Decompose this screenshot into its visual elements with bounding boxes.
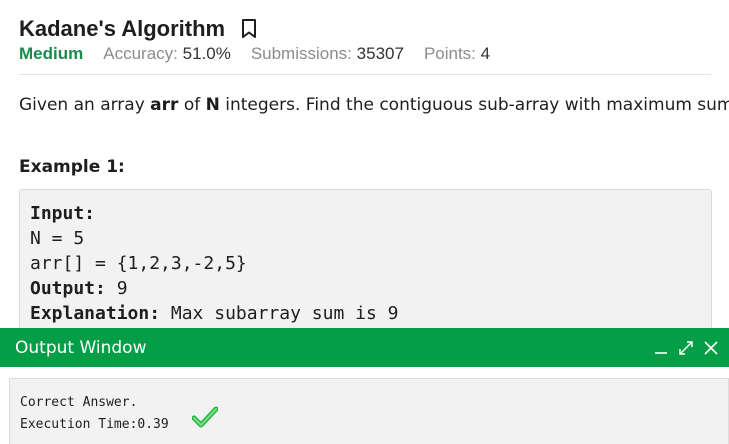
explanation-value: Max subarray sum is 9 [160, 303, 399, 324]
execution-time: Execution Time:0.39 [20, 416, 169, 432]
output-window-title: Output Window [15, 337, 147, 358]
accuracy-stat: Accuracy: 51.0% [103, 44, 231, 64]
statement-n: N [205, 95, 220, 115]
problem-meta: Medium Accuracy: 51.0% Submissions: 3530… [19, 42, 510, 66]
explanation-label: Explanation: [30, 303, 161, 324]
output-window-header: Output Window [0, 328, 729, 367]
input-arr-line: arr[] = {1,2,3,-2,5} [30, 253, 247, 274]
expand-icon[interactable] [674, 328, 698, 367]
accuracy-value: 51.0% [182, 44, 231, 63]
points-stat: Points: 4 [424, 44, 490, 64]
output-window-body: Correct Answer. Execution Time:0.39 [9, 378, 729, 444]
result-text: Correct Answer. [20, 394, 138, 410]
example-code-block: Input: N = 5 arr[] = {1,2,3,-2,5} Output… [19, 189, 712, 339]
points-label: Points: [423, 44, 476, 63]
accuracy-label: Accuracy: [103, 44, 178, 63]
minimize-icon[interactable] [649, 328, 673, 367]
problem-statement: Given an array arr of N integers. Find t… [19, 95, 729, 115]
problem-title: Kadane's Algorithm [19, 16, 226, 41]
header-divider [19, 74, 711, 75]
input-line: Input: [30, 201, 701, 226]
input-n-line: N = 5 [30, 228, 85, 249]
points-value: 4 [480, 44, 491, 63]
output-line: Output: 9 [30, 276, 701, 301]
example-heading: Example 1: [19, 157, 125, 177]
submissions-stat: Submissions: 35307 [251, 44, 404, 64]
input-label: Input: [30, 203, 96, 224]
check-icon [145, 391, 219, 428]
submissions-label: Submissions: [250, 44, 352, 63]
difficulty-badge: Medium [19, 44, 84, 63]
statement-arr: arr [150, 95, 179, 115]
statement-text-1: Given an array [19, 95, 151, 115]
output-value: 9 [105, 278, 128, 299]
statement-text-2: of [178, 95, 206, 115]
submissions-value: 35307 [356, 44, 404, 63]
explanation-line: Explanation: Max subarray sum is 9 [30, 301, 701, 326]
problem-header: Kadane's Algorithm [19, 15, 258, 43]
result-line: Correct Answer. [20, 391, 718, 428]
close-icon[interactable] [699, 328, 723, 367]
bookmark-icon[interactable] [240, 18, 258, 40]
output-label: Output: [30, 278, 106, 299]
statement-text-3: integers. Find the contiguous sub-array … [219, 95, 729, 115]
